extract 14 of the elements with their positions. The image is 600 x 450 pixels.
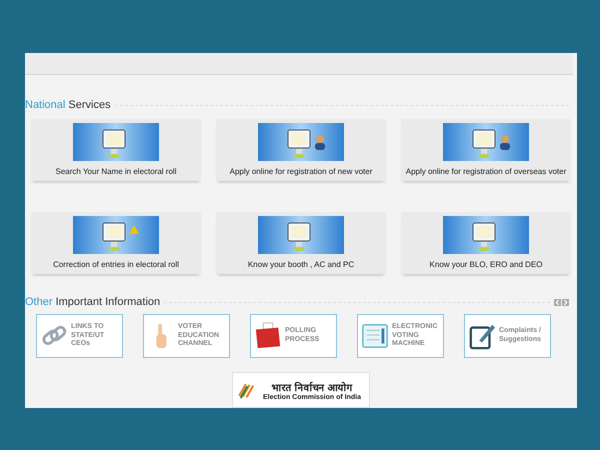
- service-card[interactable]: Know your booth , AC and PC: [216, 212, 386, 274]
- voting-machine-icon: [361, 322, 389, 350]
- section-heading: National Services: [25, 99, 111, 111]
- service-card[interactable]: Apply online for registration of new voter: [216, 119, 386, 181]
- logo-hindi-text: भारत निर्वाचन आयोग: [272, 380, 352, 394]
- ballot-box-icon: [254, 322, 282, 350]
- pencil-note-icon: [468, 322, 496, 350]
- service-card[interactable]: Search Your Name in electoral roll: [31, 119, 201, 181]
- previous-button[interactable]: [554, 298, 561, 306]
- next-button[interactable]: [562, 298, 569, 306]
- section-heading: Other Important Information: [25, 296, 160, 308]
- service-card[interactable]: Know your BLO, ERO and DEO: [401, 212, 571, 274]
- service-card[interactable]: Apply online for registration of overseas voter: [401, 119, 571, 181]
- service-card[interactable]: Correction of entries in electoral roll: [31, 212, 201, 274]
